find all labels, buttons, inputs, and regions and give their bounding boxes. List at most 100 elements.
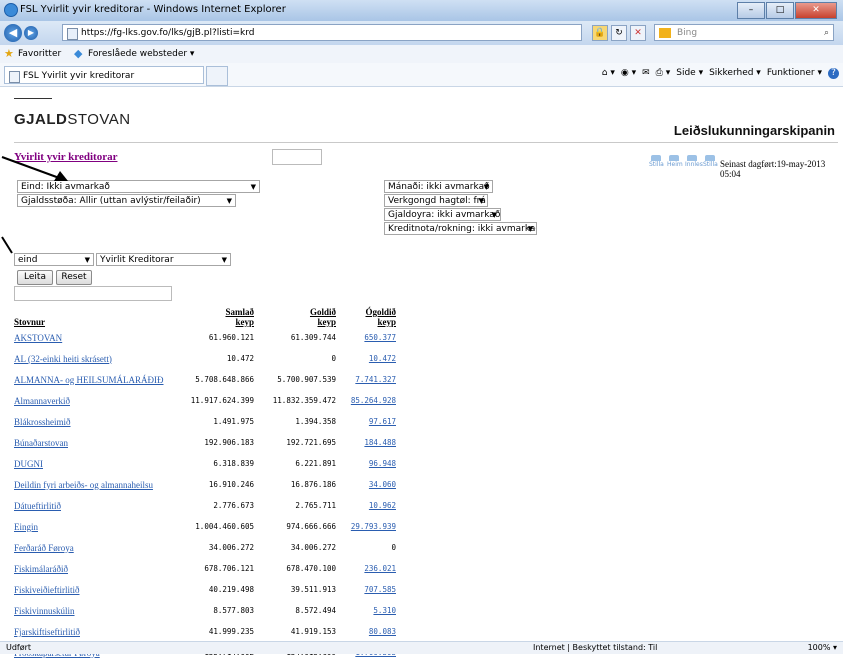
- cell-samlad: 41.999.235: [208, 627, 254, 636]
- cell-samlad: 8.577.803: [213, 606, 254, 615]
- cell-ogoldid[interactable]: 85.264.928: [336, 390, 396, 411]
- table-header-row: Stovnur Samlað keyp Goldið keyp Ógoldið key…: [14, 303, 396, 327]
- home-icon[interactable]: Heim: [667, 155, 683, 168]
- cell-goldid: 16.876.186: [290, 480, 336, 489]
- search-input[interactable]: Bing ⌕: [654, 24, 834, 41]
- cell-goldid: 8.572.494: [295, 606, 336, 615]
- cell-samlad: 6.318.839: [213, 459, 254, 468]
- col-header-samlad[interactable]: Samlað keyp: [164, 303, 254, 327]
- top-input[interactable]: [272, 149, 322, 165]
- lock-icon[interactable]: 🔒: [592, 25, 608, 41]
- cell-stovnur-link[interactable]: Almannaverkið: [14, 390, 164, 411]
- manadi-select[interactable]: Mánaði: ikki avmarkað ▼: [384, 180, 493, 193]
- cell-ogoldid[interactable]: 236.021: [336, 558, 396, 579]
- col-header-stovnur[interactable]: Stovnur: [14, 303, 164, 327]
- stop-icon[interactable]: ✕: [630, 25, 646, 41]
- search-icon[interactable]: ⌕: [824, 25, 829, 42]
- window-titlebar: FSL Yvirlit yvir kreditorar - Windows In…: [0, 0, 843, 22]
- cell-ogoldid[interactable]: 707.585: [336, 579, 396, 600]
- cell-stovnur-link[interactable]: Fiskivinnuskúlin: [14, 600, 164, 621]
- table-row: Deildin fyri arbeiðs- og almannaheilsu 16…: [14, 474, 396, 495]
- cell-ogoldid[interactable]: 96.948: [336, 453, 396, 474]
- cell-stovnur-link[interactable]: ALMANNA- og HEILSUMÁLARÁÐIÐ: [14, 369, 164, 390]
- table-row: AL (32-einki heiti skrásett) 10.472 0 10.47…: [14, 348, 396, 369]
- help-icon[interactable]: ?: [828, 68, 839, 79]
- cell-stovnur-link[interactable]: Ferðaráð Føroya: [14, 537, 164, 558]
- verkgongd-select[interactable]: Verkgongd hagtøl: frá ▼: [384, 194, 488, 207]
- table-row: Fjarskiftiseftirlitið 41.999.235 41.919.15…: [14, 621, 396, 642]
- col-header-ogoldid[interactable]: Ógoldið keyp: [336, 303, 396, 327]
- address-bar: ◀ ▶ https://fg-lks.gov.fo/lks/gjB.pl?lis…: [0, 21, 843, 45]
- cell-stovnur-link[interactable]: Eingin: [14, 516, 164, 537]
- table-row: AKSTOVAN 61.960.121 61.309.744 650.377: [14, 327, 396, 348]
- minimize-button[interactable]: –: [737, 2, 765, 19]
- cell-goldid: 192.721.695: [286, 438, 336, 447]
- window-title: FSL Yvirlit yvir kreditorar - Windows In…: [20, 4, 286, 15]
- settings-icon[interactable]: Stilla: [649, 155, 664, 168]
- kreditnota-select[interactable]: Kreditnota/rokning: ikki avmarkað ▼: [384, 222, 537, 235]
- mail-icon[interactable]: ✉: [642, 68, 650, 79]
- cell-stovnur-link[interactable]: Fiskiveiðieftirlitið: [14, 579, 164, 600]
- cell-ogoldid[interactable]: 97.617: [336, 411, 396, 432]
- back-arrow-icon[interactable]: ◀: [4, 24, 22, 42]
- url-input[interactable]: https://fg-lks.gov.fo/lks/gjB.pl?listi=k…: [62, 24, 582, 41]
- header-divider: [14, 142, 838, 143]
- security-menu[interactable]: Sikkerhed ▾: [709, 68, 761, 79]
- table-row: DUGNI 6.318.839 6.221.891 96.948: [14, 453, 396, 474]
- cell-ogoldid[interactable]: 5.310: [336, 600, 396, 621]
- chevron-down-icon: ▼: [491, 211, 497, 219]
- refresh-icon[interactable]: ↻: [611, 25, 627, 41]
- feeds-icon[interactable]: ◉ ▾: [621, 68, 636, 79]
- cell-samlad: 11.917.624.399: [190, 396, 254, 405]
- text-filter-input[interactable]: [14, 286, 172, 301]
- cell-samlad: 5.708.648.866: [195, 375, 254, 384]
- cell-ogoldid[interactable]: 650.377: [336, 327, 396, 348]
- cell-ogoldid[interactable]: 10.962: [336, 495, 396, 516]
- cell-stovnur-link[interactable]: DUGNI: [14, 453, 164, 474]
- col-header-goldid[interactable]: Goldið keyp: [254, 303, 336, 327]
- cell-stovnur-link[interactable]: Deildin fyri arbeiðs- og almannaheilsu: [14, 474, 164, 495]
- cell-goldid: 34.006.272: [290, 543, 336, 552]
- search-placeholder: Bing: [677, 28, 698, 38]
- cell-ogoldid[interactable]: 7.741.327: [336, 369, 396, 390]
- cell-ogoldid[interactable]: 34.060: [336, 474, 396, 495]
- home-icon[interactable]: ⌂ ▾: [602, 68, 615, 79]
- cell-stovnur-link[interactable]: Blákrossheimið: [14, 411, 164, 432]
- suggested-sites-link[interactable]: Foreslåede websteder ▾: [88, 49, 194, 59]
- favorites-star-icon[interactable]: ★: [4, 47, 14, 60]
- favorites-button[interactable]: Favoritter: [18, 49, 61, 59]
- tools-menu[interactable]: Funktioner ▾: [767, 68, 822, 79]
- page-menu[interactable]: Side ▾: [676, 68, 703, 79]
- cell-ogoldid[interactable]: 80.083: [336, 621, 396, 642]
- print-icon[interactable]: ⎙ ▾: [656, 68, 671, 79]
- cell-ogoldid[interactable]: 29.793.939: [336, 516, 396, 537]
- cell-samlad: 192.906.183: [204, 438, 254, 447]
- cell-stovnur-link[interactable]: AL (32-einki heiti skrásett): [14, 348, 164, 369]
- cell-stovnur-link[interactable]: Dátueftirlitið: [14, 495, 164, 516]
- table-row: Eingin 1.004.460.605 974.666.666 29.793.939: [14, 516, 396, 537]
- status-bar: Udført Internet | Beskyttet tilstand: Ti…: [0, 641, 843, 654]
- cell-ogoldid: 0: [391, 543, 396, 552]
- import-icon[interactable]: Innles: [685, 155, 703, 168]
- suggested-sites-icon: ◆: [74, 47, 83, 60]
- forward-arrow-icon[interactable]: ▶: [24, 26, 38, 40]
- zoom-level[interactable]: 100% ▾: [808, 642, 837, 654]
- table-row: Fiskiveiðieftirlitið 40.219.498 39.511.913…: [14, 579, 396, 600]
- maximize-button[interactable]: □: [766, 2, 794, 19]
- cell-samlad: 10.472: [226, 354, 254, 363]
- gjaldoyra-select[interactable]: Gjaldoyra: ikki avmarkað ▼: [384, 208, 501, 221]
- close-button[interactable]: ✕: [795, 2, 837, 19]
- cell-stovnur-link[interactable]: Fiskimálaráðið: [14, 558, 164, 579]
- cell-ogoldid[interactable]: 184.488: [336, 432, 396, 453]
- cell-stovnur-link[interactable]: Búnaðarstovan: [14, 432, 164, 453]
- security-zone: Internet | Beskyttet tilstand: Til: [533, 643, 658, 652]
- tab-current[interactable]: FSL Yvirlit yvir kreditorar: [4, 66, 204, 84]
- cell-stovnur-link[interactable]: Fjarskiftiseftirlitið: [14, 621, 164, 642]
- new-tab-button[interactable]: [206, 66, 228, 86]
- table-row: Dátueftirlitið 2.776.673 2.765.711 10.962: [14, 495, 396, 516]
- favorites-bar: ★ Favoritter ◆ Foreslåede websteder ▾: [0, 45, 843, 64]
- cell-samlad: 16.910.246: [208, 480, 254, 489]
- cell-stovnur-link[interactable]: AKSTOVAN: [14, 327, 164, 348]
- settings-icon-2[interactable]: Stilla: [703, 155, 718, 168]
- cell-ogoldid[interactable]: 10.472: [336, 348, 396, 369]
